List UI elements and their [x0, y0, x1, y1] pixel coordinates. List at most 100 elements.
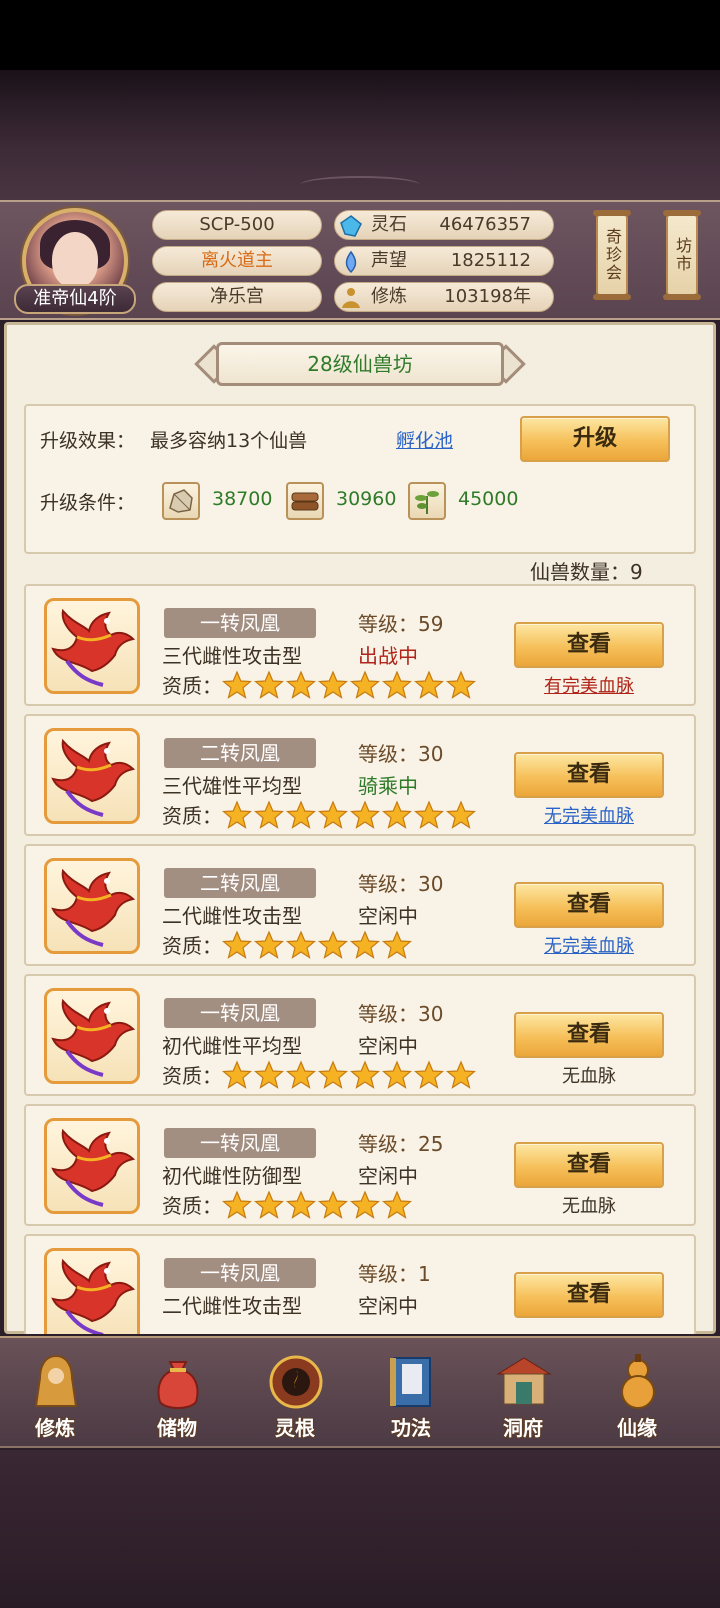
beast-count: 仙兽数量：9	[530, 560, 643, 584]
beast-type: 三代雄性平均型	[162, 774, 302, 798]
nav-spirit-root[interactable]: 灵根	[240, 1338, 350, 1446]
reputation-icon	[345, 250, 357, 274]
nav-technique[interactable]: 功法	[356, 1338, 466, 1446]
status-bar-area	[0, 0, 720, 70]
beast-row: 一转凤凰 二代雌性攻击型 等级：1 空闲中 查看	[24, 1234, 696, 1334]
phoenix-icon[interactable]	[44, 988, 140, 1084]
workshop-title-banner: 28级仙兽坊	[194, 340, 526, 388]
star-icon	[221, 800, 253, 830]
market-button[interactable]: 坊市	[663, 210, 701, 300]
level-value: 59	[418, 612, 444, 636]
stat-label: 修炼	[371, 286, 407, 307]
star-icon	[381, 1190, 413, 1220]
quality-label: 资质：	[162, 674, 222, 698]
level-prefix: 等级：	[358, 742, 418, 766]
nav-cultivate[interactable]: 修炼	[0, 1338, 110, 1446]
phoenix-icon[interactable]	[44, 598, 140, 694]
bloodline-label[interactable]: 无完美血脉	[514, 802, 664, 828]
star-icon	[349, 1060, 381, 1090]
star-icon	[221, 930, 253, 960]
star-icon	[349, 930, 381, 960]
star-icon	[285, 1190, 317, 1220]
star-icon	[445, 1060, 477, 1090]
level-value: 1	[418, 1262, 431, 1286]
effect-text: 最多容纳13个仙兽	[150, 430, 308, 452]
stat-value: 46476357	[439, 214, 531, 235]
storage-bag-icon	[157, 1361, 199, 1409]
star-icon	[413, 800, 445, 830]
nav-storage[interactable]: 储物	[122, 1338, 232, 1446]
beast-name: 一转凤凰	[164, 1258, 316, 1288]
quality-label: 资质：	[162, 1064, 222, 1088]
player-sect: 净乐宫	[152, 282, 322, 312]
stat-value: 1825112	[450, 250, 531, 271]
stat-label: 声望	[371, 250, 407, 271]
star-icon	[349, 670, 381, 700]
star-icon	[349, 800, 381, 830]
star-icon	[285, 670, 317, 700]
bloodline-label[interactable]: 有完美血脉	[514, 672, 664, 698]
view-button[interactable]: 查看	[514, 752, 664, 798]
player-header: 准帝仙4阶 SCP-500 离火道主 净乐宫 灵石 46476357 声望 18…	[0, 200, 720, 320]
star-icon	[285, 930, 317, 960]
nav-label: 功法	[391, 1416, 431, 1440]
beast-name: 二转凤凰	[164, 868, 316, 898]
star-icon	[317, 1190, 349, 1220]
phoenix-icon[interactable]	[44, 1248, 140, 1334]
top-ornament	[300, 176, 420, 194]
spirit-stone-icon	[340, 215, 362, 237]
beast-type: 三代雌性攻击型	[162, 644, 302, 668]
view-button[interactable]: 查看	[514, 1142, 664, 1188]
view-button[interactable]: 查看	[514, 1272, 664, 1318]
beast-row: 一转凤凰 初代雌性平均型 等级：30 空闲中 资质： 查看 无血脉	[24, 974, 696, 1096]
phoenix-icon[interactable]	[44, 728, 140, 824]
beast-level: 等级：30	[358, 868, 443, 897]
beast-status: 空闲中	[358, 1164, 418, 1188]
beast-level: 等级：25	[358, 1128, 443, 1157]
player-name: SCP-500	[152, 210, 322, 240]
upgrade-button[interactable]: 升级	[520, 416, 670, 462]
star-icon	[253, 1190, 285, 1220]
beast-row: 一转凤凰 初代雌性防御型 等级：25 空闲中 资质： 查看 无血脉	[24, 1104, 696, 1226]
phoenix-icon[interactable]	[44, 858, 140, 954]
workshop-title: 28级仙兽坊	[216, 342, 504, 386]
quality-label: 资质：	[162, 804, 222, 828]
star-icon	[285, 800, 317, 830]
phoenix-icon[interactable]	[44, 1118, 140, 1214]
star-icon	[413, 1060, 445, 1090]
beast-level: 等级：30	[358, 998, 443, 1027]
star-icon	[285, 1060, 317, 1090]
view-button[interactable]: 查看	[514, 882, 664, 928]
herb-icon	[408, 482, 446, 520]
treasure-auction-button[interactable]: 奇珍会	[593, 210, 631, 300]
quality-label: 资质：	[162, 934, 222, 958]
quality-stars	[221, 1060, 477, 1090]
beast-name: 一转凤凰	[164, 608, 316, 638]
nav-label: 灵根	[275, 1416, 315, 1440]
star-icon	[445, 670, 477, 700]
star-icon	[221, 670, 253, 700]
level-value: 30	[418, 742, 444, 766]
hatch-pool-link[interactable]: 孵化池	[396, 426, 453, 453]
level-prefix: 等级：	[358, 1262, 418, 1286]
beast-list[interactable]: 一转凤凰 三代雌性攻击型 等级：59 出战中 资质： 查看 有完美血脉 二转凤凰 三代雄性平均型…	[24, 584, 696, 1334]
nav-fate[interactable]: 仙缘	[582, 1338, 692, 1446]
view-button[interactable]: 查看	[514, 1012, 664, 1058]
beast-type: 二代雌性攻击型	[162, 1294, 302, 1318]
level-value: 30	[418, 1002, 444, 1026]
bottom-decor	[0, 1450, 720, 1608]
beast-row: 二转凤凰 三代雄性平均型 等级：30 骑乘中 资质： 查看 无完美血脉	[24, 714, 696, 836]
quality-label: 资质：	[162, 1194, 222, 1218]
bloodline-label[interactable]: 无完美血脉	[514, 932, 664, 958]
spirit-root-icon	[269, 1355, 323, 1409]
avatar-face	[52, 232, 98, 288]
star-icon	[381, 1060, 413, 1090]
nav-cave-house[interactable]: 洞府	[468, 1338, 578, 1446]
beast-status: 出战中	[358, 644, 418, 668]
view-button[interactable]: 查看	[514, 622, 664, 668]
bottom-nav: 修炼 储物 灵根 功法 洞府 仙缘	[0, 1336, 720, 1448]
beast-row: 一转凤凰 三代雌性攻击型 等级：59 出战中 资质： 查看 有完美血脉	[24, 584, 696, 706]
quality-stars	[221, 930, 413, 960]
star-icon	[253, 930, 285, 960]
level-prefix: 等级：	[358, 1132, 418, 1156]
